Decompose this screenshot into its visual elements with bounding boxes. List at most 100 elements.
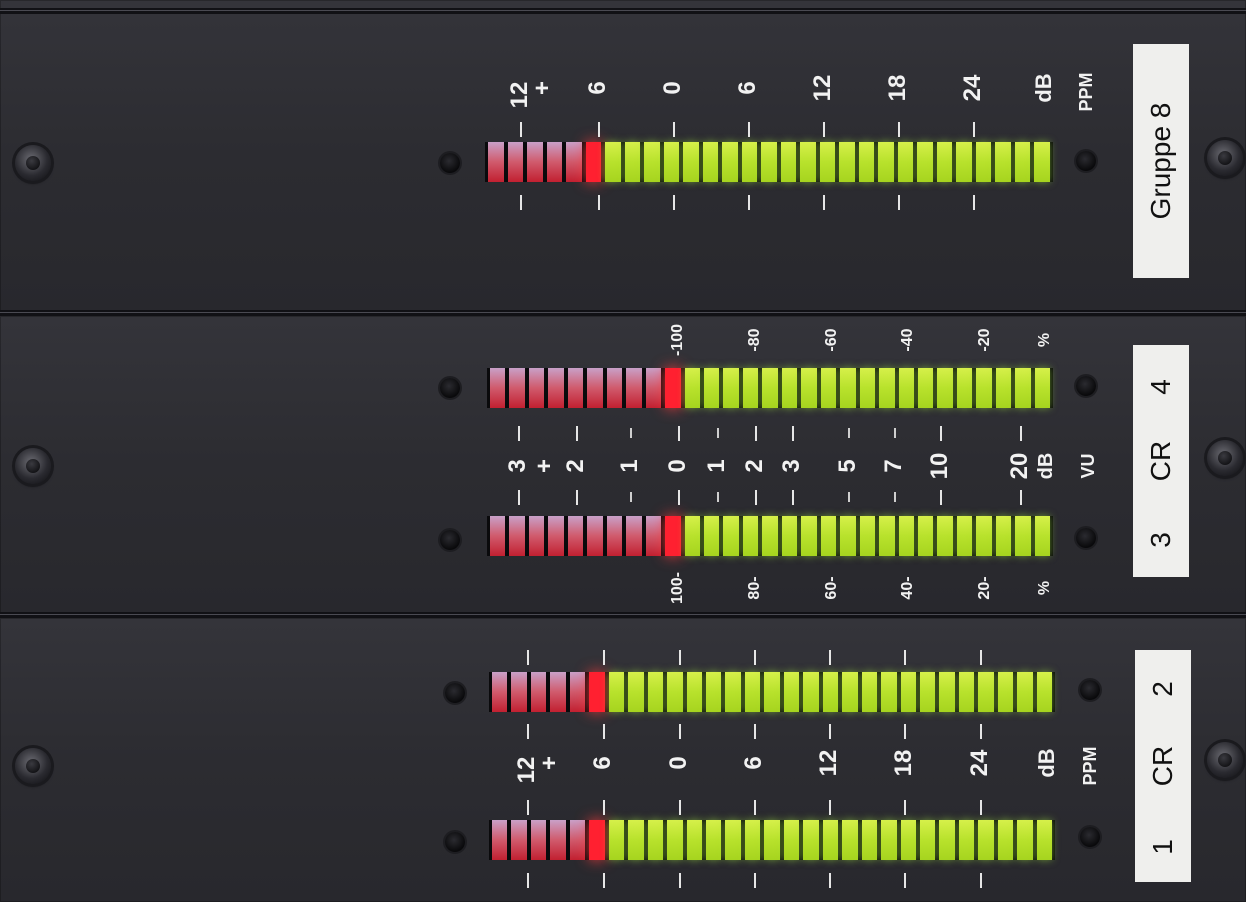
scale-tick — [754, 724, 756, 739]
led-segment — [647, 672, 664, 712]
led-segment — [569, 672, 586, 712]
scale-tick — [898, 195, 900, 210]
scale-tick — [598, 122, 600, 137]
led-segment — [567, 516, 584, 556]
led-segment — [702, 142, 719, 182]
scale-label: 6 — [589, 756, 616, 770]
led-segment — [683, 142, 699, 182]
pct-unit: % — [1036, 580, 1053, 596]
led-segment — [608, 672, 625, 712]
mount-hole-icon — [440, 530, 460, 550]
scale-tick — [973, 195, 975, 210]
led-segment — [919, 672, 936, 712]
ppm-led-bar-ch2 — [489, 672, 1055, 712]
scale-tick — [973, 122, 975, 137]
scale-tick — [829, 724, 831, 739]
scale-tick — [748, 195, 750, 210]
led-segment — [624, 142, 641, 182]
led-segment — [605, 142, 621, 182]
scale-tick — [980, 724, 982, 739]
plate-text-left: 3 — [1145, 532, 1176, 548]
led-segment — [822, 672, 839, 712]
led-segment — [858, 142, 875, 182]
scale-tick — [520, 122, 522, 137]
led-segment — [684, 368, 700, 408]
led-segment — [705, 672, 722, 712]
led-segment — [492, 672, 508, 712]
led-segment — [550, 820, 566, 860]
led-segment — [566, 142, 582, 182]
scale-label: 6 — [584, 81, 611, 95]
channel-plate-group8: Gruppe 8 — [1133, 44, 1189, 278]
vu-led-bar-ch3 — [487, 516, 1053, 556]
led-segment — [764, 672, 780, 712]
led-segment — [937, 516, 953, 556]
led-segment — [917, 142, 933, 182]
scale-label: 18 — [890, 749, 917, 777]
led-segment — [527, 142, 543, 182]
scale-label: + — [529, 80, 556, 96]
scale-tick — [630, 492, 632, 502]
channel-plate-cr34: 3 CR 4 — [1133, 345, 1189, 577]
plate-text-mid: CR — [1145, 440, 1176, 482]
scale-tick — [527, 724, 529, 739]
led-segment — [900, 672, 916, 712]
led-segment — [667, 820, 683, 860]
scale-tick — [792, 490, 794, 505]
scale-tick — [527, 650, 529, 665]
scale-tick — [823, 122, 825, 137]
led-segment — [722, 142, 738, 182]
led-segment — [548, 516, 564, 556]
led-segment — [530, 820, 547, 860]
led-segment — [800, 142, 816, 182]
led-segment — [803, 820, 819, 860]
scale-tick — [673, 122, 675, 137]
led-segment — [684, 516, 700, 556]
scale-tick — [904, 873, 906, 888]
led-segment — [1036, 672, 1053, 712]
led-segment — [939, 672, 955, 712]
led-segment — [783, 672, 800, 712]
led-segment — [511, 820, 527, 860]
led-segment — [509, 368, 525, 408]
scale-tick — [754, 800, 756, 815]
led-segment — [1034, 142, 1050, 182]
led-segment — [820, 368, 837, 408]
ppm-led-bar-group8 — [485, 142, 1053, 182]
vu-scale-label: 7 — [880, 459, 907, 473]
led-segment — [589, 672, 605, 712]
led-segment — [937, 368, 953, 408]
scale-tick — [603, 650, 605, 665]
led-segment — [975, 142, 992, 182]
led-segment — [781, 368, 798, 408]
led-segment — [686, 672, 702, 712]
led-segment — [958, 820, 975, 860]
vu-scale-label: 2 — [562, 459, 589, 473]
led-segment — [587, 516, 603, 556]
scale-label: + — [536, 755, 563, 771]
vu-scale-label: 2 — [741, 459, 768, 473]
scale-tick — [518, 490, 520, 505]
led-segment — [898, 516, 914, 556]
scale-label: 12 — [815, 749, 842, 777]
scale-tick — [894, 492, 896, 502]
scale-label: 18 — [884, 74, 911, 102]
led-segment — [741, 142, 758, 182]
led-segment — [742, 368, 759, 408]
pct-label: -40 — [899, 328, 916, 352]
scale-tick — [576, 490, 578, 505]
scale-tick — [904, 650, 906, 665]
mount-hole-icon — [445, 832, 465, 852]
led-segment — [1017, 672, 1033, 712]
vu-scale-label: 1 — [616, 459, 643, 473]
led-segment — [490, 516, 506, 556]
led-segment — [801, 368, 817, 408]
led-segment — [645, 516, 662, 556]
scale-tick — [598, 195, 600, 210]
led-segment — [978, 820, 994, 860]
vu-scale-label: 5 — [834, 459, 861, 473]
led-segment — [879, 516, 895, 556]
led-segment — [997, 672, 1014, 712]
led-segment — [842, 820, 858, 860]
scale-label: 12 — [809, 74, 836, 102]
